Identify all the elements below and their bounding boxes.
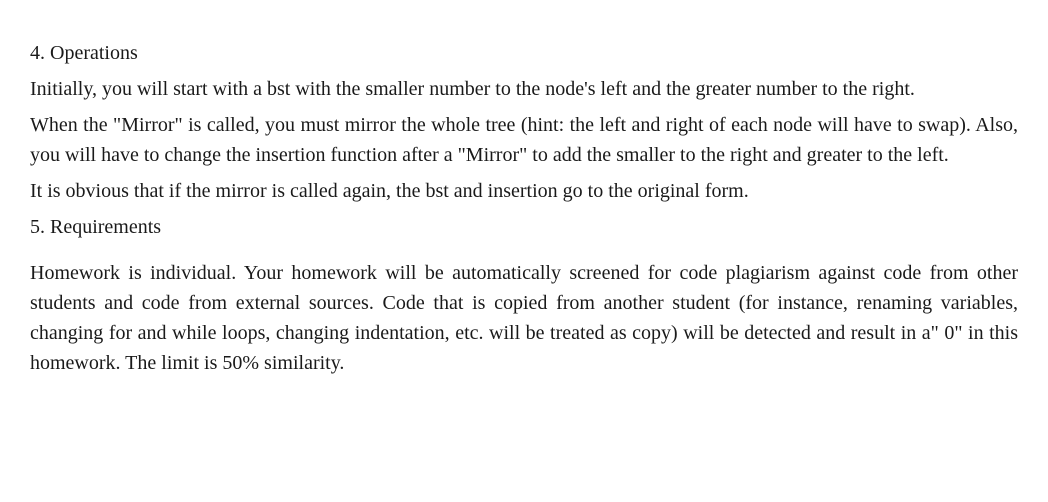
section-4-paragraph-3: It is obvious that if the mirror is call… [30,176,1018,206]
section-4-heading: 4. Operations [30,38,1018,68]
section-5-paragraph-1: Homework is individual. Your homework wi… [30,258,1018,378]
section-5-heading: 5. Requirements [30,212,1018,242]
document-page: 4. Operations Initially, you will start … [0,0,1048,404]
section-gap [30,248,1018,258]
section-4-paragraph-1: Initially, you will start with a bst wit… [30,74,1018,104]
section-4-paragraph-2: When the "Mirror" is called, you must mi… [30,110,1018,170]
